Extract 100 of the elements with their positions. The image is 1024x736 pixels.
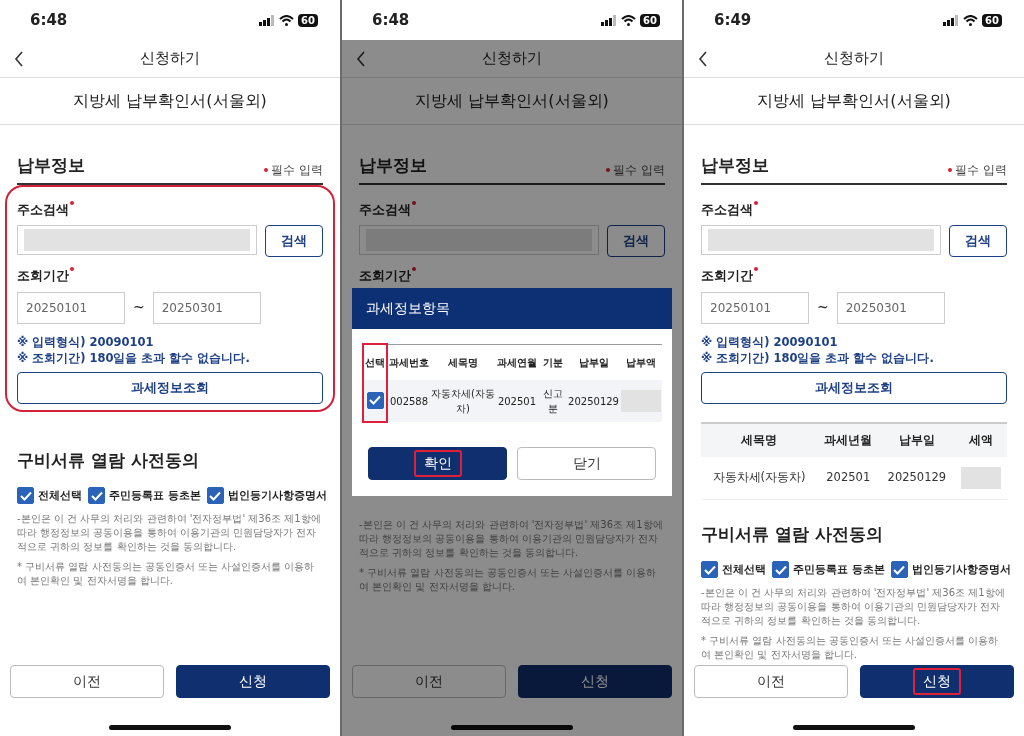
- column-header: 기분: [538, 344, 568, 380]
- field-label: 조회기간: [359, 267, 411, 285]
- wifi-icon: [963, 14, 979, 26]
- checkbox[interactable]: [701, 561, 718, 579]
- date-field[interactable]: 20250101: [701, 291, 809, 324]
- back-icon[interactable]: [14, 51, 24, 67]
- screen-title: 신청하기: [482, 48, 542, 70]
- address-field[interactable]: [701, 225, 941, 255]
- blurred-value: [960, 466, 1001, 489]
- date-field[interactable]: 20250301: [152, 291, 261, 324]
- field-label: 주소검색: [701, 200, 753, 219]
- status-time: 6:48: [30, 9, 68, 31]
- column-header: 납부일: [879, 422, 955, 457]
- input-note: ※ 조회기간) 180일을 초과 할수 없습니다.: [17, 349, 251, 366]
- document-title: 지방세 납부확인서(서울외): [415, 90, 609, 112]
- battery-level: 60: [298, 13, 318, 27]
- checkbox[interactable]: [890, 561, 908, 579]
- consent-text: * 구비서류 열람 사전동의는 공동인증서 또는 사설인증서를 이용하여 본인확인 및 전자서명을 합니다.: [17, 560, 316, 588]
- battery-level: 60: [982, 13, 1002, 27]
- column-header: 세목명: [701, 422, 818, 457]
- back-icon[interactable]: [356, 51, 366, 67]
- table-cell: 20250129: [879, 456, 955, 500]
- screen-title: 신청하기: [140, 48, 200, 70]
- section-title: 납부정보: [359, 154, 427, 177]
- checkbox[interactable]: [772, 561, 789, 579]
- wifi-icon: [621, 14, 637, 26]
- screen-title: 신청하기: [824, 48, 884, 70]
- address-field[interactable]: [17, 225, 257, 255]
- consent-text: * 구비서류 열람 사전동의는 공동인증서 또는 사설인증서를 이용하여 본인확인 및 전자서명을 합니다.: [701, 634, 1000, 663]
- checkbox-label: 법인등기사항증명서: [911, 561, 1011, 577]
- table-cell: 202501: [496, 380, 538, 422]
- checkbox-label: 전체선택: [38, 487, 82, 503]
- column-header: 과세번호: [387, 344, 430, 380]
- section-title: 구비서류 열람 사전동의: [17, 448, 200, 472]
- modal-title: 과세정보항목: [352, 288, 672, 329]
- column-header: 과세연월: [496, 344, 538, 380]
- submit-button[interactable]: 신청: [860, 665, 1014, 698]
- column-header: 세목명: [430, 344, 496, 380]
- lookup-button[interactable]: 과세정보조회: [17, 371, 323, 404]
- required-dot: [412, 200, 416, 205]
- search-button[interactable]: 검색: [607, 225, 665, 257]
- input-note: ※ 조회기간) 180일을 초과 할수 없습니다.: [701, 349, 935, 366]
- table-cell: 신고분: [538, 380, 568, 422]
- table-cell: 자동차세(자동차): [701, 456, 818, 500]
- column-header: 납부일: [567, 344, 620, 380]
- previous-button[interactable]: 이전: [352, 665, 506, 698]
- field-label: 조회기간: [17, 267, 69, 285]
- checkbox[interactable]: [17, 487, 34, 504]
- back-icon[interactable]: [698, 51, 708, 67]
- consent-text: -본인은 이 건 사무의 처리와 관련하여 '전자정부법' 제36조 제1항에 따라 행정정보의 공동이용을 통하여 이용기관의 민원담당자가 전자적으로 귀하의 정보를 확인하는 것을 동의합니다.: [17, 512, 322, 554]
- input-note: ※ 입력형식) 20090101: [701, 333, 839, 350]
- blurred-value: [621, 390, 661, 412]
- checkbox-label: 주민등록표 등초본: [109, 487, 201, 503]
- field-label: 조회기간: [701, 267, 753, 285]
- required-dot: [754, 267, 758, 271]
- signal-icon: [259, 14, 276, 26]
- battery-level: 60: [640, 13, 660, 27]
- address-field[interactable]: [359, 225, 599, 255]
- required-note: 필수 입력: [955, 161, 1007, 179]
- input-note: ※ 입력형식) 20090101: [17, 333, 155, 350]
- table-cell: 자동차세(자동차): [430, 380, 496, 422]
- checkbox[interactable]: [206, 487, 224, 504]
- required-dot: [70, 267, 74, 271]
- checkbox-label: 주민등록표 등초본: [793, 561, 885, 577]
- submit-button[interactable]: 신청: [518, 665, 672, 698]
- close-button[interactable]: 닫기: [517, 447, 656, 480]
- section-title: 구비서류 열람 사전동의: [701, 522, 884, 546]
- required-dot: [70, 200, 74, 205]
- column-header: 과세년월: [817, 422, 880, 457]
- consent-text: -본인은 이 건 사무의 처리와 관련하여 '전자정부법' 제36조 제1항에 따라 행정정보의 공동이용을 통하여 이용기관의 민원담당자가 전자적으로 귀하의 정보를 확인하는 것을 동의합니다.: [359, 517, 664, 560]
- previous-button[interactable]: 이전: [10, 665, 164, 698]
- consent-text: * 구비서류 열람 사전동의는 공동인증서 또는 사설인증서를 이용하여 본인확인 및 전자서명을 합니다.: [359, 565, 658, 594]
- checkbox-label: 전체선택: [722, 561, 766, 577]
- checkbox[interactable]: [366, 391, 384, 409]
- search-button[interactable]: 검색: [949, 225, 1007, 257]
- column-header: 세액: [954, 422, 1007, 457]
- date-field[interactable]: 20250101: [17, 291, 125, 324]
- section-title: 납부정보: [17, 154, 85, 177]
- document-title: 지방세 납부확인서(서울외): [757, 90, 951, 112]
- required-dot: [412, 267, 416, 271]
- submit-button[interactable]: 신청: [176, 665, 330, 698]
- checkbox-label: 법인등기사항증명서: [227, 487, 327, 503]
- wifi-icon: [279, 14, 295, 26]
- document-title: 지방세 납부확인서(서울외): [73, 90, 267, 112]
- date-field[interactable]: 20250301: [836, 291, 945, 324]
- column-header: 납부액: [620, 344, 662, 380]
- section-title: 납부정보: [701, 154, 769, 177]
- checkbox[interactable]: [88, 487, 105, 504]
- confirm-button[interactable]: 확인: [368, 447, 507, 480]
- required-dot: [606, 167, 611, 172]
- status-time: 6:48: [372, 9, 410, 31]
- previous-button[interactable]: 이전: [694, 665, 848, 698]
- status-time: 6:49: [714, 9, 752, 31]
- required-note: 필수 입력: [613, 161, 665, 179]
- search-button[interactable]: 검색: [265, 225, 323, 257]
- lookup-button[interactable]: 과세정보조회: [701, 371, 1007, 404]
- required-dot: [948, 167, 953, 172]
- table-cell: 002588: [387, 380, 430, 422]
- table-cell: 20250129: [567, 380, 620, 422]
- range-separator: ~: [133, 298, 145, 317]
